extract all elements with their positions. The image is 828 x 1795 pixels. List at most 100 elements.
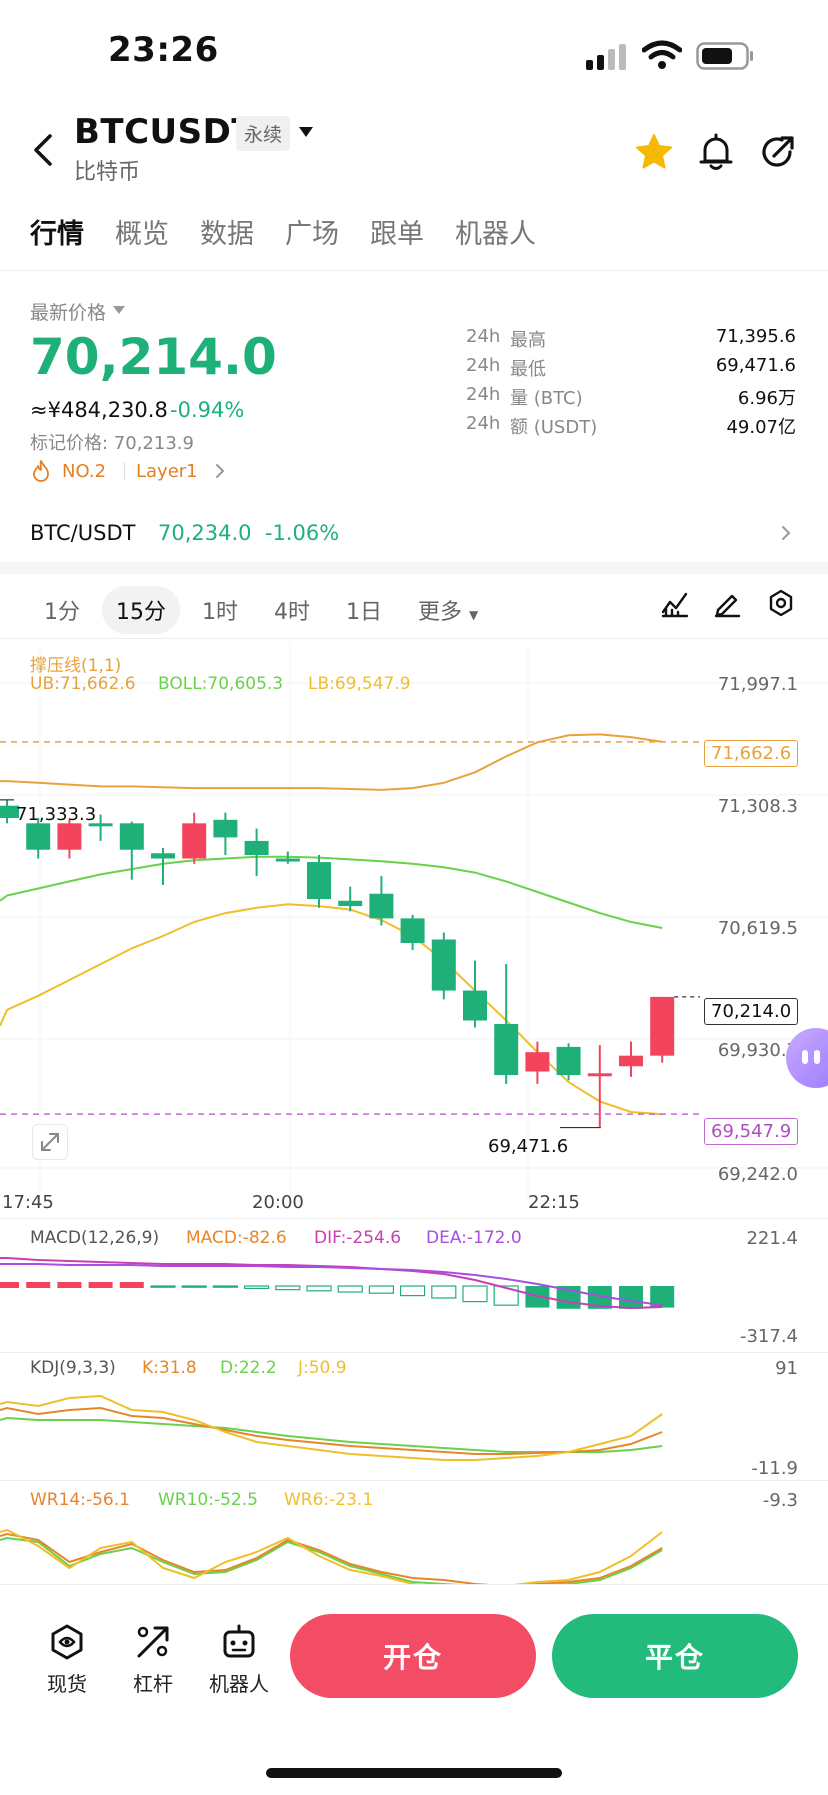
- tab-data[interactable]: 数据: [200, 212, 254, 251]
- latest-price-dropdown-icon[interactable]: [112, 305, 126, 315]
- tab-bots[interactable]: 机器人: [455, 212, 536, 251]
- chevron-right-icon[interactable]: [214, 462, 226, 480]
- tab-square[interactable]: 广场: [285, 212, 339, 251]
- y-tick: 70,619.5: [717, 918, 798, 939]
- rank-badge[interactable]: NO.2: [62, 461, 106, 482]
- draw-pen-icon[interactable]: [712, 588, 742, 618]
- macd-chart[interactable]: [0, 1250, 828, 1350]
- last-price-tag[interactable]: 70,214.0: [704, 998, 799, 1025]
- bot-label[interactable]: 机器人: [199, 1668, 279, 1697]
- macd-bar: [0, 1282, 19, 1288]
- bell-icon[interactable]: [698, 132, 734, 172]
- candle-body: [275, 858, 300, 862]
- candle-body: [556, 1046, 581, 1076]
- kdj-divider: [0, 1352, 828, 1353]
- section-band: [0, 562, 828, 574]
- tf-15m[interactable]: 15分: [102, 586, 180, 634]
- category-tag[interactable]: Layer1: [136, 461, 198, 482]
- wr-divider: [0, 1480, 828, 1481]
- candle-body: [244, 840, 269, 856]
- tf-1m[interactable]: 1分: [30, 586, 94, 634]
- low-marker: 69,471.6: [488, 1136, 569, 1157]
- spot-chevron-right-icon[interactable]: [780, 524, 792, 542]
- wifi-icon: [642, 40, 682, 69]
- kdj-chart[interactable]: [0, 1380, 828, 1480]
- leverage-label[interactable]: 杠杆: [113, 1668, 193, 1697]
- y-tick: 69,242.0: [717, 1164, 798, 1185]
- macd-bar: [150, 1285, 176, 1288]
- signal-icon: [586, 44, 626, 70]
- open-position-button[interactable]: 开仓: [290, 1614, 536, 1698]
- candle-body: [307, 862, 331, 900]
- tf-1d[interactable]: 1日: [332, 586, 396, 634]
- kdj-k-line: [0, 1406, 663, 1455]
- kdj-name: KDJ(9,3,3): [30, 1358, 116, 1378]
- indicator-icon[interactable]: [660, 588, 690, 618]
- candle-body: [587, 1073, 612, 1077]
- bottom-divider: [0, 1584, 828, 1585]
- macd-bar: [57, 1282, 82, 1288]
- fire-icon: [33, 460, 49, 482]
- pair-title[interactable]: BTCUSDT: [74, 112, 255, 152]
- leverage-icon[interactable]: [133, 1622, 173, 1662]
- pair-dropdown-icon[interactable]: [296, 124, 316, 140]
- kdj-y-top: 91: [775, 1358, 798, 1379]
- tab-copy-trade[interactable]: 跟单: [370, 212, 424, 251]
- macd-bar: [368, 1285, 394, 1294]
- kdj-k: K:31.8: [142, 1358, 197, 1378]
- tf-1h[interactable]: 1时: [188, 586, 252, 634]
- macd-bar: [462, 1285, 488, 1303]
- kdj-j-line: [0, 1394, 663, 1461]
- back-icon[interactable]: [28, 130, 58, 170]
- spot-price[interactable]: 70,234.0 -1.06%: [158, 521, 339, 545]
- expand-chart-button[interactable]: [32, 1124, 68, 1160]
- pair-subtitle: 比特币: [74, 160, 141, 185]
- market-tabs: 行情 概览 数据 广场 跟单 机器人: [30, 212, 567, 251]
- ub-price-tag: 71,662.6: [704, 740, 799, 767]
- spot-icon[interactable]: [47, 1622, 87, 1662]
- y-tick: 71,308.3: [717, 796, 798, 817]
- macd-y-top: 221.4: [746, 1228, 798, 1249]
- stat-high: 24h 最高 71,395.6: [466, 326, 796, 351]
- tabs-divider: [0, 270, 828, 271]
- latest-price-label[interactable]: 最新价格: [30, 298, 106, 325]
- wr-chart[interactable]: [0, 1512, 828, 1584]
- macd-bar: [26, 1282, 51, 1288]
- mark-price: 标记价格: 70,213.9: [30, 433, 194, 454]
- favorite-star-icon[interactable]: [634, 132, 674, 172]
- tf-4h[interactable]: 4时: [260, 586, 324, 634]
- bot-icon[interactable]: [219, 1622, 259, 1662]
- kdj-d: D:22.2: [220, 1358, 277, 1378]
- candle-body: [213, 819, 238, 838]
- assistant-bubble[interactable]: [786, 1028, 828, 1088]
- x-tick: 17:45: [2, 1192, 54, 1213]
- spot-pair[interactable]: BTC/USDT: [30, 521, 135, 545]
- battery-icon: [696, 42, 753, 70]
- last-price: 70,214.0: [30, 328, 277, 386]
- tf-more[interactable]: 更多 ▼: [404, 586, 492, 634]
- wr6-value: WR6:-23.1: [284, 1490, 374, 1510]
- chart-overlays: [0, 741, 700, 1129]
- x-tick: 20:00: [252, 1192, 304, 1213]
- spot-label[interactable]: 现货: [27, 1668, 107, 1697]
- share-icon[interactable]: [760, 134, 796, 170]
- macd-bar: [212, 1285, 238, 1288]
- macd-bar: [400, 1285, 426, 1297]
- macd-divider: [0, 1218, 828, 1219]
- chart-settings-icon[interactable]: [766, 588, 796, 618]
- tab-overview[interactable]: 概览: [115, 212, 169, 251]
- candle-body: [119, 823, 144, 850]
- tab-market[interactable]: 行情: [30, 212, 84, 251]
- candle-body: [338, 900, 363, 907]
- expand-icon: [41, 1133, 59, 1151]
- status-time: 23:26: [108, 30, 219, 70]
- ub-label: UB:71,662.6: [30, 674, 136, 694]
- close-position-button[interactable]: 平仓: [552, 1614, 798, 1698]
- boll-label: BOLL:70,605.3: [158, 674, 284, 694]
- timeframe-bar: 1分 15分 1时 4时 1日 更多 ▼: [30, 584, 500, 636]
- candle-body: [494, 1024, 519, 1076]
- macd-name: MACD(12,26,9): [30, 1228, 160, 1248]
- price-change: -0.94%: [170, 398, 245, 422]
- macd-bar: [275, 1285, 301, 1291]
- macd-bar: [181, 1285, 207, 1288]
